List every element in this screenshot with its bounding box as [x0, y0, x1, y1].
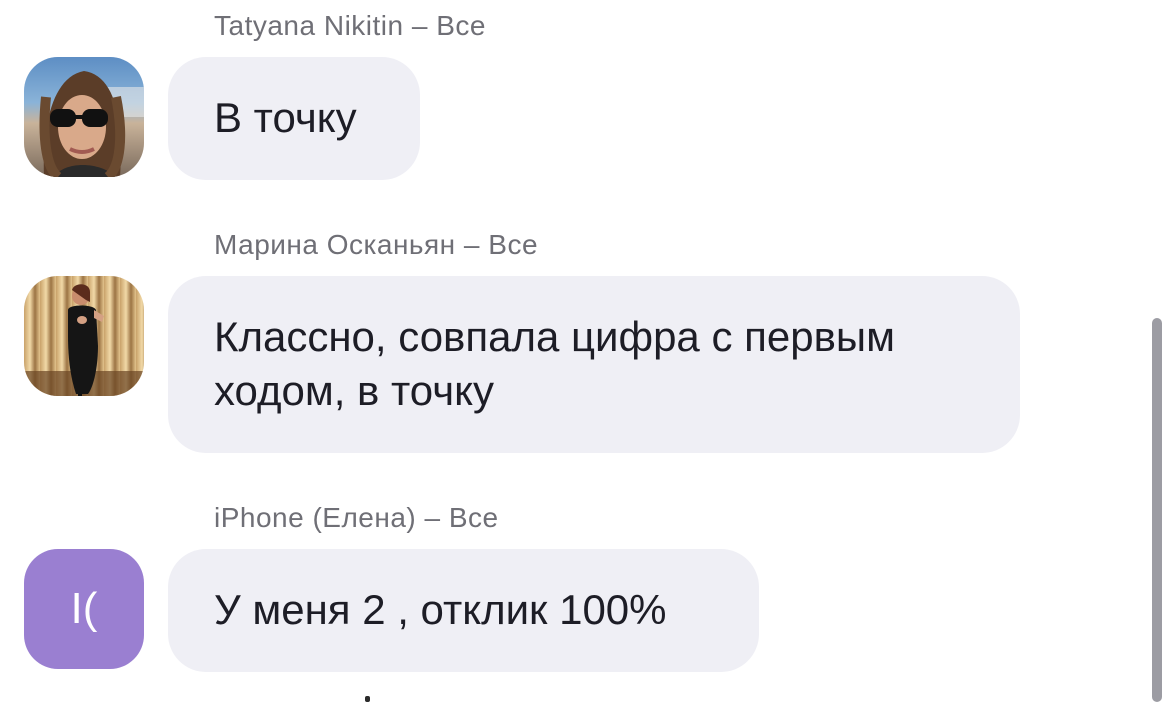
message-sender: iPhone (Елена) – Все — [214, 502, 499, 533]
message-bubble[interactable]: В точку — [168, 57, 420, 180]
avatar[interactable] — [24, 276, 144, 396]
message-text: В точку — [214, 94, 357, 141]
avatar[interactable]: I( — [24, 549, 144, 669]
message-bubble[interactable]: Классно, совпала цифра с первым ходом, в… — [168, 276, 1020, 453]
person-photo-icon — [39, 71, 144, 177]
scrollbar[interactable] — [1152, 318, 1162, 702]
avatar-initials: I( — [70, 584, 98, 633]
chat-message-list: Tatyana Nikitin – Все В точку Марина Оск… — [0, 0, 1170, 702]
partial-next-message — [365, 696, 370, 702]
message-sender: Tatyana Nikitin – Все — [214, 10, 486, 41]
message-bubble[interactable]: У меня 2 , отклик 100% — [168, 549, 759, 672]
message-sender: Марина Осканьян – Все — [214, 229, 539, 260]
avatar[interactable] — [24, 57, 144, 177]
message-text: Классно, совпала цифра с первым ходом, в… — [214, 313, 895, 414]
person-photo-icon — [24, 284, 144, 396]
message-text: У меня 2 , отклик 100% — [214, 586, 667, 633]
